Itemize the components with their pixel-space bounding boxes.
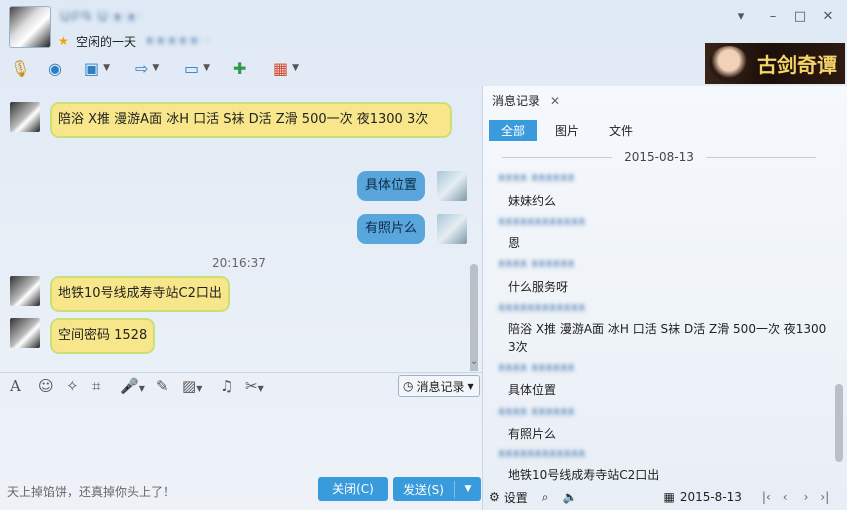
- contact-avatar-small[interactable]: [10, 318, 40, 348]
- history-sender: ᴥᴥᴥᴥ ᴥᴥᴥᴥᴥᴥ: [498, 404, 575, 418]
- settings-label[interactable]: 设置: [504, 489, 528, 506]
- history-message: 什么服务呀: [508, 280, 569, 294]
- history-sender: ᴥᴥᴥᴥ ᴥᴥᴥᴥᴥᴥ: [498, 256, 575, 270]
- chat-area: 陪浴 X推 漫游A面 冰H 口活 S袜 D活 Z滑 500一次 夜1300 3次…: [0, 86, 482, 371]
- gear-icon[interactable]: ⚙: [489, 490, 500, 504]
- message-bubble-incoming[interactable]: 空间密码 1528: [50, 318, 156, 354]
- history-message: 地铁10号线成寿寺站C2口出: [508, 468, 660, 482]
- contact-signature-extra: ᴥ·ᴥ·ᴥ·ᴥ·ᴥ· ·: [146, 33, 210, 47]
- voice-message-icon[interactable]: 🎤▼: [120, 377, 145, 395]
- emoji-icon[interactable]: ☺: [38, 377, 54, 395]
- history-date: 2015-08-13: [624, 150, 694, 164]
- music-icon[interactable]: ♫: [220, 377, 233, 395]
- close-tab-icon[interactable]: ✕: [550, 94, 560, 108]
- contact-avatar[interactable]: [9, 6, 51, 48]
- remote-desktop-icon[interactable]: ▣ ▼: [84, 56, 110, 80]
- prev-page-icon[interactable]: ‹: [783, 490, 788, 504]
- screenshot-icon[interactable]: ⌗: [92, 377, 100, 395]
- chat-scrollbar[interactable]: [470, 176, 478, 371]
- minimize-button[interactable]: –: [763, 7, 783, 27]
- message-bubble-outgoing[interactable]: 有照片么: [357, 214, 426, 244]
- send-file-icon[interactable]: ⇨ ▼: [135, 56, 159, 80]
- chevron-down-icon: ▼: [467, 381, 474, 391]
- history-sender: ᴥᴥᴥᴥᴥᴥᴥᴥᴥᴥᴥᴥ: [498, 214, 586, 228]
- message-input[interactable]: [0, 400, 482, 474]
- history-sender: ᴥᴥᴥᴥ ᴥᴥᴥᴥᴥᴥ: [498, 360, 575, 374]
- voice-call-icon[interactable]: 🎙: [10, 56, 30, 80]
- video-call-icon[interactable]: ◉: [48, 56, 62, 80]
- banner-character-image: [709, 46, 749, 82]
- message-bubble-incoming[interactable]: 地铁10号线成寿寺站C2口出: [50, 276, 230, 312]
- scroll-down-icon[interactable]: ⌄: [470, 356, 478, 367]
- contact-avatar-small[interactable]: [10, 102, 40, 132]
- main-toolbar: 🎙 ◉ ▣ ▼ ⇨ ▼ ▭ ▼ ✚ ▦ ▼: [0, 54, 320, 84]
- filter-images[interactable]: 图片: [543, 120, 591, 141]
- contact-avatar-small[interactable]: [10, 276, 40, 306]
- game-ad-banner[interactable]: 古剑奇谭: [705, 43, 845, 84]
- history-sender: ᴥᴥᴥᴥᴥᴥᴥᴥᴥᴥᴥᴥ: [498, 300, 586, 314]
- history-sender: ᴥᴥᴥᴥ ᴥᴥᴥᴥᴥᴥ: [498, 170, 575, 184]
- history-sender: ᴥᴥᴥᴥᴥᴥᴥᴥᴥᴥᴥᴥ: [498, 446, 586, 460]
- ad-hint-text[interactable]: 天上掉馅饼，还真掉你头上了！: [7, 483, 175, 500]
- scissors-icon[interactable]: ✂▼: [245, 377, 264, 395]
- clock-icon: ◷: [403, 379, 414, 393]
- close-chat-button[interactable]: 关闭(C): [318, 477, 388, 501]
- screen-share-icon[interactable]: ▭ ▼: [184, 56, 210, 80]
- create-group-icon[interactable]: ✚: [233, 56, 246, 80]
- send-options-icon[interactable]: ▼: [455, 484, 481, 494]
- send-button[interactable]: 发送(S) ▼: [393, 477, 481, 501]
- star-icon: ★: [58, 34, 69, 48]
- contact-signature: 空闲的一天: [76, 35, 137, 49]
- history-message: 陪浴 X推 漫游A面 冰H 口活 S袜 D活 Z滑 500一次 夜1300 3次: [508, 322, 827, 354]
- history-scrollbar[interactable]: [835, 146, 843, 476]
- tab-label: 消息记录: [492, 94, 541, 108]
- history-footer: ⚙ 设置 ⌕ 🔈 ▦ 2015-8-13 |‹ ‹ › ›|: [483, 484, 847, 510]
- dropdown-menu-icon[interactable]: ▾: [731, 7, 751, 27]
- next-page-icon[interactable]: ›: [804, 490, 809, 504]
- close-window-button[interactable]: ✕: [818, 7, 838, 27]
- history-message: 恩: [508, 236, 521, 250]
- apps-icon[interactable]: ▦ ▼: [273, 56, 299, 80]
- message-bubble-incoming[interactable]: 陪浴 X推 漫游A面 冰H 口活 S袜 D活 Z滑 500一次 夜1300 3次: [50, 102, 452, 138]
- history-filter-tabs: 全部 图片 文件: [489, 120, 645, 141]
- maximize-button[interactable]: □: [790, 7, 810, 27]
- contact-name: ԱԲԳ Ա·ᴥ·ᴥ·: [60, 10, 142, 25]
- history-message: 妹妹约么: [508, 194, 557, 208]
- footer-date: 2015-8-13: [679, 490, 742, 504]
- speaker-icon[interactable]: 🔈: [563, 490, 578, 504]
- message-history-button[interactable]: ◷ 消息记录 ▼: [398, 375, 480, 397]
- tab-message-history[interactable]: 消息记录 ✕: [492, 92, 560, 109]
- search-icon[interactable]: ⌕: [542, 490, 549, 505]
- image-icon[interactable]: ▨▼: [182, 377, 202, 395]
- message-history-label: 消息记录: [416, 379, 465, 394]
- last-page-icon[interactable]: ›|: [820, 490, 829, 504]
- magic-wand-icon[interactable]: ✧: [66, 377, 79, 395]
- message-history-panel: 消息记录 ✕ 全部 图片 文件 2015-08-13 ᴥᴥᴥᴥ ᴥᴥᴥᴥᴥᴥ 妹…: [482, 86, 847, 510]
- banner-title: 古剑奇谭: [757, 53, 837, 77]
- history-message: 有照片么: [508, 427, 557, 441]
- message-bubble-outgoing[interactable]: 具体位置: [357, 171, 426, 201]
- my-avatar-small[interactable]: [437, 171, 467, 201]
- history-message: 具体位置: [508, 383, 557, 397]
- message-timestamp: 20:16:37: [212, 256, 266, 270]
- history-date-divider: 2015-08-13: [483, 150, 835, 164]
- send-label: 发送(S): [393, 480, 455, 498]
- my-avatar-small[interactable]: [437, 214, 467, 244]
- edit-icon[interactable]: ✎: [156, 377, 169, 395]
- font-icon[interactable]: A: [10, 377, 21, 395]
- calendar-icon[interactable]: ▦: [663, 490, 674, 504]
- first-page-icon[interactable]: |‹: [762, 490, 771, 504]
- filter-files[interactable]: 文件: [597, 120, 645, 141]
- filter-all[interactable]: 全部: [489, 120, 538, 141]
